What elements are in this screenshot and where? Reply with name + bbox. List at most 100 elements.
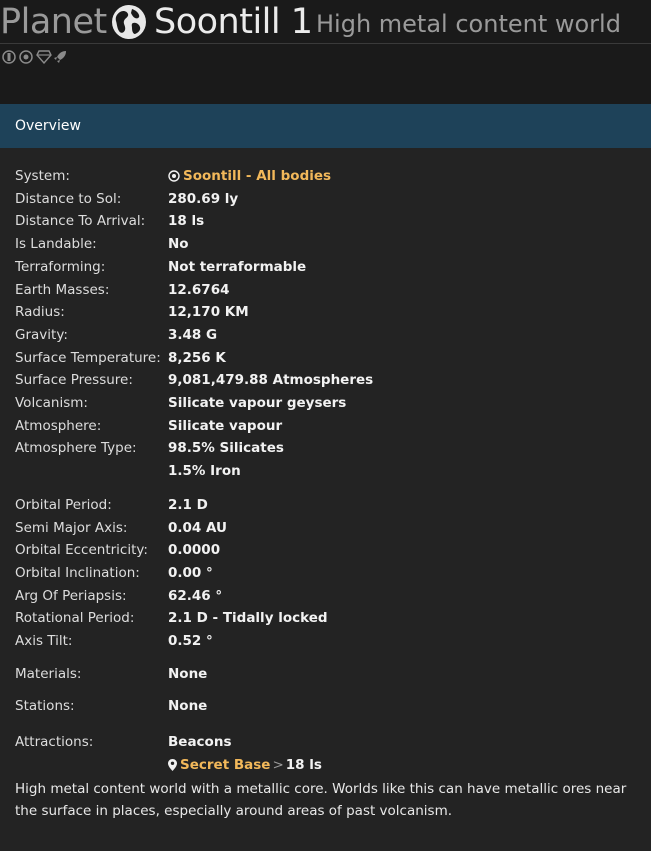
row-value: No bbox=[168, 236, 189, 253]
row-label: Atmosphere: bbox=[15, 417, 102, 434]
row-semi-major-axis: Semi Major Axis: 0.04 AU bbox=[0, 517, 651, 540]
row-value: 2.1 D bbox=[168, 496, 208, 513]
row-value: Silicate vapour bbox=[168, 417, 283, 434]
system-link[interactable]: Soontill bbox=[183, 168, 241, 184]
row-earth-masses: Earth Masses: 12.6764 bbox=[0, 279, 651, 302]
attraction-type: Beacons bbox=[168, 734, 232, 751]
row-label: Is Landable: bbox=[15, 236, 97, 253]
row-distance-arrival: Distance To Arrival: 18 ls bbox=[0, 210, 651, 233]
row-label: Atmosphere Type: bbox=[15, 440, 137, 457]
row-atmosphere-type: Atmosphere Type: 98.5% Silicates 1.5% Ir… bbox=[0, 437, 651, 482]
row-label: Distance to Sol: bbox=[15, 190, 122, 207]
row-label: Orbital Period: bbox=[15, 496, 112, 513]
row-attractions: Attractions: Beacons Secret Base >18 ls bbox=[0, 731, 651, 776]
row-value: None bbox=[168, 698, 208, 715]
row-label: Radius: bbox=[15, 304, 65, 321]
terraform-icon bbox=[2, 49, 16, 64]
row-label: Attractions: bbox=[15, 734, 94, 751]
row-radius: Radius: 12,170 KM bbox=[0, 301, 651, 324]
row-atmosphere: Atmosphere: Silicate vapour bbox=[0, 415, 651, 438]
row-value: None bbox=[168, 665, 208, 682]
row-label: Materials: bbox=[15, 665, 82, 682]
row-label: Stations: bbox=[15, 698, 75, 715]
overview-header[interactable]: Overview bbox=[0, 104, 651, 148]
row-label: Volcanism: bbox=[15, 395, 88, 412]
status-icons bbox=[2, 49, 67, 65]
row-value: 9,081,479.88 Atmospheres bbox=[168, 372, 374, 389]
body-type-label: Planet bbox=[0, 2, 107, 42]
row-label: Arg Of Periapsis: bbox=[15, 587, 127, 604]
row-orbital-period: Orbital Period: 2.1 D bbox=[0, 494, 651, 517]
target-icon bbox=[19, 49, 33, 64]
row-label: Gravity: bbox=[15, 326, 68, 343]
row-value: 0.00 ° bbox=[168, 564, 213, 581]
row-volcanism: Volcanism: Silicate vapour geysers bbox=[0, 392, 651, 415]
row-value: Not terraformable bbox=[168, 258, 307, 275]
globe-icon bbox=[112, 5, 146, 39]
row-label: Distance To Arrival: bbox=[15, 213, 146, 230]
row-value: 8,256 K bbox=[168, 349, 226, 366]
row-gravity: Gravity: 3.48 G bbox=[0, 324, 651, 347]
row-surface-pressure: Surface Pressure: 9,081,479.88 Atmospher… bbox=[0, 369, 651, 392]
chevron-right-icon: > bbox=[272, 756, 284, 773]
page-title: Planet Soontill 1 High metal content wor… bbox=[0, 0, 651, 44]
body-subtitle: High metal content world bbox=[316, 10, 621, 38]
row-label: System: bbox=[15, 168, 70, 184]
row-label: Orbital Eccentricity: bbox=[15, 542, 148, 559]
body-description: High metal content world with a metallic… bbox=[15, 781, 627, 819]
row-label: Earth Masses: bbox=[15, 281, 110, 298]
row-orbital-inclination: Orbital Inclination: 0.00 ° bbox=[0, 562, 651, 585]
row-value: 12.6764 bbox=[168, 281, 230, 298]
map-marker-icon bbox=[168, 758, 177, 771]
row-rotational-period: Rotational Period: 2.1 D - Tidally locke… bbox=[0, 607, 651, 630]
body-name: Soontill 1 bbox=[154, 2, 313, 42]
system-target-icon bbox=[168, 170, 180, 182]
title-divider bbox=[0, 43, 651, 44]
row-label: Surface Pressure: bbox=[15, 372, 133, 389]
row-value: 0.52 ° bbox=[168, 633, 213, 650]
attraction-item: Secret Base >18 ls bbox=[168, 754, 322, 777]
secret-base-link[interactable]: Secret Base bbox=[180, 757, 270, 773]
diamond-icon bbox=[36, 49, 52, 65]
row-label: Surface Temperature: bbox=[15, 349, 161, 366]
row-terraforming: Terraforming: Not terraformable bbox=[0, 256, 651, 279]
row-value: 62.46 ° bbox=[168, 587, 223, 604]
all-bodies-link[interactable]: All bodies bbox=[256, 168, 331, 184]
row-surface-temperature: Surface Temperature: 8,256 K bbox=[0, 347, 651, 370]
row-value: Silicate vapour geysers bbox=[168, 395, 347, 412]
row-label: Axis Tilt: bbox=[15, 633, 73, 650]
row-value: Soontill - All bodies bbox=[168, 165, 331, 188]
row-materials: Materials: None bbox=[0, 663, 651, 686]
row-label: Terraforming: bbox=[15, 258, 106, 275]
system-separator: - bbox=[241, 168, 257, 184]
attraction-distance: 18 ls bbox=[285, 756, 322, 773]
row-value: 280.69 ly bbox=[168, 190, 239, 207]
row-value: 0.0000 bbox=[168, 542, 221, 559]
row-value: Beacons Secret Base >18 ls bbox=[168, 731, 322, 776]
row-value: 0.04 AU bbox=[168, 519, 228, 536]
atmosphere-component: 98.5% Silicates bbox=[168, 440, 284, 457]
atmosphere-component: 1.5% Iron bbox=[168, 463, 241, 480]
row-system: System: Soontill - All bodies bbox=[0, 165, 651, 188]
row-value: 12,170 KM bbox=[168, 304, 249, 321]
row-value: 2.1 D - Tidally locked bbox=[168, 610, 328, 627]
row-value: 18 ls bbox=[168, 213, 205, 230]
row-label: Rotational Period: bbox=[15, 610, 135, 627]
row-axis-tilt: Axis Tilt: 0.52 ° bbox=[0, 630, 651, 653]
overview-panel: Overview System: Soontill - All bodies D… bbox=[0, 104, 651, 851]
row-stations: Stations: None bbox=[0, 695, 651, 718]
row-value: 3.48 G bbox=[168, 326, 218, 343]
row-value: 98.5% Silicates 1.5% Iron bbox=[168, 437, 284, 482]
row-distance-sol: Distance to Sol: 280.69 ly bbox=[0, 188, 651, 211]
rocket-icon bbox=[53, 49, 67, 63]
row-label: Semi Major Axis: bbox=[15, 519, 128, 536]
row-label: Orbital Inclination: bbox=[15, 564, 140, 581]
page-header: Planet Soontill 1 High metal content wor… bbox=[0, 0, 651, 104]
row-arg-of-periapsis: Arg Of Periapsis: 62.46 ° bbox=[0, 585, 651, 608]
row-orbital-eccentricity: Orbital Eccentricity: 0.0000 bbox=[0, 539, 651, 562]
row-landable: Is Landable: No bbox=[0, 233, 651, 256]
